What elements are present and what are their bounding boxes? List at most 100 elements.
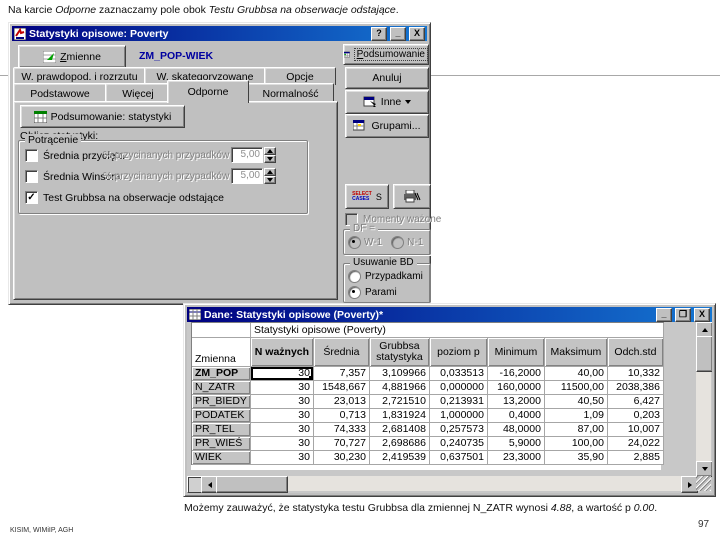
cell[interactable]: 0,713 bbox=[313, 409, 370, 423]
cell[interactable]: 0,000000 bbox=[429, 381, 488, 395]
footer-text: KISIM, WIMiIP, AGH bbox=[10, 527, 74, 534]
row-label[interactable]: N_ZATR bbox=[192, 381, 251, 395]
groups-button[interactable]: Grupami... bbox=[345, 114, 429, 138]
horizontal-scrollbar[interactable] bbox=[187, 476, 698, 493]
tab-normalnosc[interactable]: Normalność bbox=[247, 83, 334, 103]
cell[interactable]: 87,00 bbox=[544, 423, 608, 437]
cell[interactable]: 3,109966 bbox=[369, 367, 430, 381]
cell[interactable]: 1,831924 bbox=[369, 409, 430, 423]
cell[interactable]: 2,698686 bbox=[369, 437, 430, 451]
cell[interactable]: 0,4000 bbox=[487, 409, 545, 423]
row-label[interactable]: ZM_POP bbox=[192, 367, 251, 381]
scroll-down-icon[interactable] bbox=[696, 461, 712, 477]
close-icon[interactable]: X bbox=[694, 307, 710, 322]
cell[interactable]: 10,332 bbox=[607, 367, 664, 381]
select-cases-button[interactable]: SELECT CASES S bbox=[345, 184, 389, 209]
cell[interactable]: 0,213931 bbox=[429, 395, 488, 409]
cell[interactable]: 0,033513 bbox=[429, 367, 488, 381]
cell[interactable]: 5,9000 bbox=[487, 437, 545, 451]
tab-wiecej[interactable]: Więcej bbox=[105, 83, 171, 103]
cell[interactable]: 30 bbox=[250, 423, 314, 437]
cell[interactable]: 30 bbox=[250, 395, 314, 409]
row-label[interactable]: PODATEK bbox=[192, 409, 251, 423]
col-header-mean[interactable]: Średnia bbox=[313, 338, 370, 367]
spin-down-icon[interactable] bbox=[264, 176, 276, 184]
spin-up-icon[interactable] bbox=[264, 168, 276, 176]
cell[interactable]: 35,90 bbox=[544, 451, 608, 465]
cell[interactable]: 0,257573 bbox=[429, 423, 488, 437]
cell[interactable]: 30 bbox=[250, 437, 314, 451]
cell[interactable]: 1,000000 bbox=[429, 409, 488, 423]
variables-button[interactable]: Zmienne bbox=[18, 45, 126, 68]
cell[interactable]: 23,3000 bbox=[487, 451, 545, 465]
cell[interactable]: 2,419539 bbox=[369, 451, 430, 465]
cell[interactable]: 4,881966 bbox=[369, 381, 430, 395]
winsor-mean-checkbox[interactable] bbox=[25, 170, 38, 183]
table-row: PR_WIEŚ 30 70,727 2,698686 0,240735 5,90… bbox=[192, 437, 664, 451]
cell[interactable]: 30 bbox=[250, 409, 314, 423]
maximize-button[interactable]: ❐ bbox=[675, 307, 691, 322]
grubbs-test-checkbox[interactable]: ✓ bbox=[25, 191, 38, 204]
cell[interactable]: 0,240735 bbox=[429, 437, 488, 451]
cell[interactable]: 10,007 bbox=[607, 423, 664, 437]
trimmed-mean-checkbox[interactable] bbox=[25, 149, 38, 162]
md-casewise-radio[interactable] bbox=[348, 270, 361, 283]
spin-down-icon[interactable] bbox=[264, 155, 276, 163]
row-label[interactable]: PR_TEL bbox=[192, 423, 251, 437]
col-header-max[interactable]: Maksimum bbox=[544, 338, 608, 367]
md-pairwise-radio[interactable] bbox=[348, 286, 361, 299]
cell[interactable]: 2,681408 bbox=[369, 423, 430, 437]
cell[interactable]: 1548,667 bbox=[313, 381, 370, 395]
cancel-button[interactable]: Anuluj bbox=[345, 67, 429, 89]
minimize-button[interactable]: _ bbox=[656, 307, 672, 322]
cell[interactable]: 13,2000 bbox=[487, 395, 545, 409]
cell[interactable]: 40,00 bbox=[544, 367, 608, 381]
dialog-titlebar[interactable]: Statystyki opisowe: Poverty ? _ X bbox=[12, 26, 427, 41]
cell[interactable]: 1,09 bbox=[544, 409, 608, 423]
vertical-scroll-thumb[interactable] bbox=[696, 336, 712, 372]
more-button[interactable]: Inne bbox=[345, 90, 429, 114]
print-button[interactable] bbox=[393, 184, 431, 209]
summary-button-top[interactable]: Podsumowanie bbox=[343, 44, 429, 65]
horizontal-scroll-thumb[interactable] bbox=[216, 476, 288, 493]
col-header-min[interactable]: Minimum bbox=[487, 338, 545, 367]
cell[interactable]: 160,0000 bbox=[487, 381, 545, 395]
cell[interactable]: 0,203 bbox=[607, 409, 664, 423]
cell[interactable]: 30 bbox=[250, 367, 314, 381]
cell[interactable]: 0,637501 bbox=[429, 451, 488, 465]
row-label[interactable]: PR_BIEDY bbox=[192, 395, 251, 409]
cell[interactable]: 48,0000 bbox=[487, 423, 545, 437]
cell[interactable]: 100,00 bbox=[544, 437, 608, 451]
minimize-button[interactable]: _ bbox=[390, 26, 406, 41]
cell[interactable]: 74,333 bbox=[313, 423, 370, 437]
cell[interactable]: 40,50 bbox=[544, 395, 608, 409]
cell[interactable]: 11500,00 bbox=[544, 381, 608, 395]
cell[interactable]: 70,727 bbox=[313, 437, 370, 451]
tab-podstawowe[interactable]: Podstawowe bbox=[13, 83, 107, 103]
cell[interactable]: -16,2000 bbox=[487, 367, 545, 381]
vertical-scrollbar[interactable] bbox=[696, 322, 712, 477]
close-icon[interactable]: X bbox=[409, 26, 425, 41]
summary-statistics-button[interactable]: Podsumowanie: statystyki bbox=[20, 105, 185, 128]
spin-up-icon[interactable] bbox=[264, 147, 276, 155]
help-button[interactable]: ? bbox=[371, 26, 387, 41]
cell[interactable]: 30 bbox=[250, 451, 314, 465]
row-label[interactable]: PR_WIEŚ bbox=[192, 437, 251, 451]
results-titlebar[interactable]: Dane: Statystyki opisowe (Poverty)* _ ❐ … bbox=[187, 307, 712, 322]
cell[interactable]: 24,022 bbox=[607, 437, 664, 451]
resize-grip[interactable] bbox=[696, 476, 711, 491]
col-header-p[interactable]: poziom p bbox=[429, 338, 488, 367]
cell[interactable]: 30,230 bbox=[313, 451, 370, 465]
tab-odporne-active[interactable]: Odporne bbox=[167, 80, 249, 103]
cell[interactable]: 6,427 bbox=[607, 395, 664, 409]
cell[interactable]: 23,013 bbox=[313, 395, 370, 409]
cell[interactable]: 2,885 bbox=[607, 451, 664, 465]
col-header-std[interactable]: Odch.std bbox=[607, 338, 664, 367]
row-label[interactable]: WIEK bbox=[192, 451, 251, 465]
cell[interactable]: 7,357 bbox=[313, 367, 370, 381]
cell[interactable]: 2,721510 bbox=[369, 395, 430, 409]
cell[interactable]: 30 bbox=[250, 381, 314, 395]
col-header-grubbs[interactable]: Grubbsa statystyka bbox=[369, 338, 430, 367]
cell[interactable]: 2038,386 bbox=[607, 381, 664, 395]
col-header-n[interactable]: N ważnych bbox=[250, 338, 314, 367]
